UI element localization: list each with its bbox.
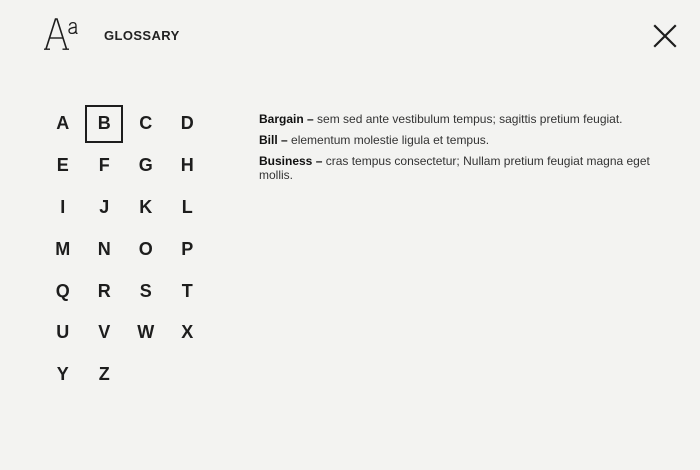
- letter-c[interactable]: C: [125, 103, 167, 145]
- letter-e[interactable]: E: [42, 145, 84, 187]
- letter-j[interactable]: J: [84, 187, 126, 229]
- letter-t[interactable]: T: [167, 270, 209, 312]
- term-entry: Business – cras tempus consectetur; Null…: [259, 154, 659, 182]
- term-list: Bargain – sem sed ante vestibulum tempus…: [259, 112, 659, 189]
- letter-z[interactable]: Z: [84, 354, 126, 396]
- term-definition: sem sed ante vestibulum tempus; sagittis…: [313, 112, 623, 126]
- letter-p[interactable]: P: [167, 228, 209, 270]
- letter-l[interactable]: L: [167, 187, 209, 229]
- letter-d[interactable]: D: [167, 103, 209, 145]
- term-name: Bargain –: [259, 112, 314, 126]
- letter-x[interactable]: X: [167, 312, 209, 354]
- alphabet-index: A B C D E F G H I J K L M N O P Q R S T …: [42, 103, 210, 396]
- letter-i[interactable]: I: [42, 187, 84, 229]
- letter-y[interactable]: Y: [42, 354, 84, 396]
- letter-m[interactable]: M: [42, 228, 84, 270]
- term-definition: elementum molestie ligula et tempus.: [287, 133, 490, 147]
- letter-u[interactable]: U: [42, 312, 84, 354]
- font-aa-icon: [44, 16, 80, 52]
- letter-r[interactable]: R: [84, 270, 126, 312]
- letter-b[interactable]: B: [85, 104, 124, 143]
- letter-q[interactable]: Q: [42, 270, 84, 312]
- letter-h[interactable]: H: [167, 145, 209, 187]
- letter-s[interactable]: S: [125, 270, 167, 312]
- letter-g[interactable]: G: [125, 145, 167, 187]
- glossary-page: GLOSSARY A B C D E F G H I J K L M N O P…: [0, 0, 700, 470]
- letter-o[interactable]: O: [125, 228, 167, 270]
- letter-w[interactable]: W: [125, 312, 167, 354]
- page-title: GLOSSARY: [104, 28, 180, 43]
- term-name: Bill –: [259, 133, 288, 147]
- letter-v[interactable]: V: [84, 312, 126, 354]
- letter-f[interactable]: F: [84, 145, 126, 187]
- term-entry: Bill – elementum molestie ligula et temp…: [259, 133, 659, 147]
- letter-n[interactable]: N: [84, 228, 126, 270]
- letter-k[interactable]: K: [125, 187, 167, 229]
- term-name: Business –: [259, 154, 323, 168]
- letter-a[interactable]: A: [42, 103, 84, 145]
- term-entry: Bargain – sem sed ante vestibulum tempus…: [259, 112, 659, 126]
- close-icon[interactable]: [652, 23, 678, 49]
